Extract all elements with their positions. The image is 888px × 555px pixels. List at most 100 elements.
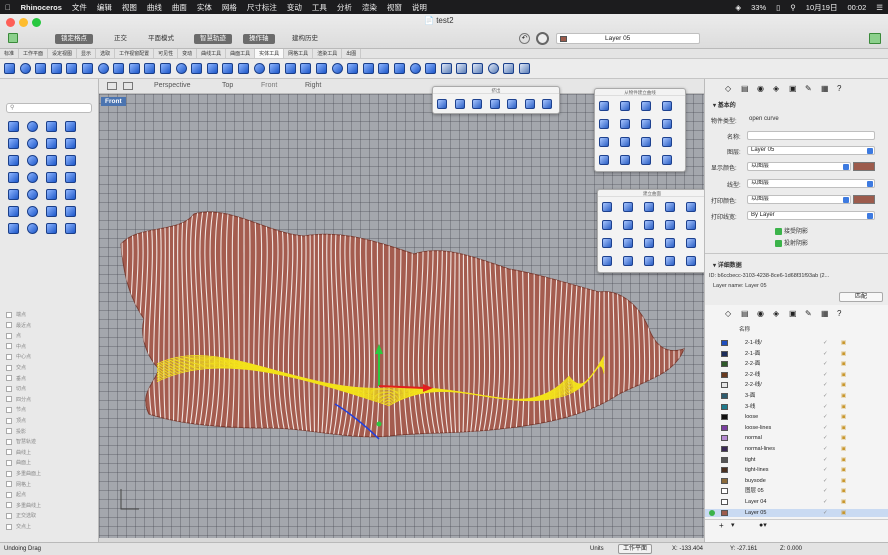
osnap-checkbox[interactable] xyxy=(6,460,12,467)
osnap-item[interactable]: 交点上 xyxy=(6,523,94,532)
layer-color-swatch[interactable] xyxy=(721,467,728,474)
create-surface-tool-icon[interactable] xyxy=(623,238,633,248)
chamfer-edge-icon[interactable] xyxy=(222,63,234,74)
fillet-edge-icon[interactable] xyxy=(206,63,218,74)
sphere-icon[interactable] xyxy=(19,63,31,74)
boolean-difference-icon[interactable] xyxy=(144,63,156,74)
curve-from-object-tool-icon[interactable] xyxy=(620,119,630,129)
layer-visible-icon[interactable]: ✓ xyxy=(823,498,828,506)
tool-revolve-icon[interactable] xyxy=(27,172,38,183)
layer-lock-icon[interactable]: ▣ xyxy=(841,392,846,400)
menu-tools[interactable]: 工具 xyxy=(307,2,332,13)
tab-set-view[interactable]: 设定视图 xyxy=(48,49,78,58)
minimize-window-button[interactable] xyxy=(19,18,28,27)
layer-visible-icon[interactable]: ✓ xyxy=(823,487,828,495)
layer-row[interactable]: Layer 04 ✓ ▣ xyxy=(705,498,888,506)
osnap-checkbox[interactable] xyxy=(6,354,12,361)
snap-grid-toggle[interactable]: 锁定格点 xyxy=(55,34,93,44)
layer-color-swatch[interactable] xyxy=(721,393,728,399)
menu-render[interactable]: 渲染 xyxy=(357,2,382,13)
extrude-icon[interactable] xyxy=(97,63,109,74)
layer-row[interactable]: 3-面 ✓ ▣ xyxy=(705,392,888,400)
array-hole-icon[interactable] xyxy=(409,63,421,74)
layer-visible-icon[interactable]: ✓ xyxy=(823,350,828,358)
osnap-item[interactable]: 曲面上 xyxy=(6,459,94,468)
extrude-tool-icon[interactable] xyxy=(454,99,465,109)
osnap-item[interactable]: 切点 xyxy=(6,385,94,394)
tool-box-icon[interactable] xyxy=(46,172,57,183)
tab-properties-icon[interactable]: ◇ xyxy=(725,309,731,318)
tool-extrude-icon[interactable] xyxy=(65,206,76,217)
extrude-tool-icon[interactable] xyxy=(524,99,535,109)
create-surface-tool-icon[interactable] xyxy=(686,256,696,266)
osnap-item[interactable]: 交点 xyxy=(6,364,94,373)
boolean-union-icon[interactable] xyxy=(128,63,140,74)
layer-visible-icon[interactable]: ✓ xyxy=(823,509,828,517)
tool-fillet-icon[interactable] xyxy=(27,155,38,166)
tab-materials-icon[interactable]: ◈ xyxy=(773,309,779,318)
create-surface-tool-icon[interactable] xyxy=(644,220,654,230)
match-button[interactable]: 匹配 xyxy=(839,292,883,302)
layer-row[interactable]: 2-1-线/ ✓ ▣ xyxy=(705,339,888,347)
curve-from-object-tool-icon[interactable] xyxy=(620,137,630,147)
mesh-cylinder-icon[interactable] xyxy=(487,63,499,74)
create-surface-tool-icon[interactable] xyxy=(602,220,612,230)
tab-front[interactable]: Front xyxy=(261,82,277,89)
osnap-checkbox[interactable] xyxy=(6,449,12,456)
layer-lock-icon[interactable]: ▣ xyxy=(841,413,846,421)
curve-from-object-tool-icon[interactable] xyxy=(662,101,672,111)
create-surface-tool-icon[interactable] xyxy=(665,256,675,266)
osnap-checkbox[interactable] xyxy=(6,343,12,350)
gumball-toggle[interactable]: 操作轴 xyxy=(243,34,275,44)
tool-polygon-icon[interactable] xyxy=(8,155,19,166)
curve-from-object-tool-icon[interactable] xyxy=(620,155,630,165)
create-surface-tool-icon[interactable] xyxy=(602,238,612,248)
layer-color-swatch[interactable] xyxy=(721,477,728,484)
layer-settings-icon[interactable]: ●▾ xyxy=(759,521,767,529)
layer-color-swatch[interactable] xyxy=(721,414,728,421)
layer-row[interactable]: 2-1-面 ✓ ▣ xyxy=(705,350,888,358)
tab-layers-icon[interactable]: ▤ xyxy=(741,84,749,93)
create-surface-tool-icon[interactable] xyxy=(665,238,675,248)
create-surface-tool-icon[interactable] xyxy=(644,256,654,266)
tab-materials-icon[interactable]: ◈ xyxy=(773,84,779,93)
layer-color-swatch[interactable] xyxy=(721,371,728,378)
osnap-checkbox[interactable] xyxy=(6,385,12,392)
curve-from-object-tool-icon[interactable] xyxy=(641,137,651,147)
layer-lock-icon[interactable]: ▣ xyxy=(841,403,846,411)
tab-display-icon[interactable]: ▣ xyxy=(789,309,797,318)
menu-surface[interactable]: 曲面 xyxy=(167,2,192,13)
cast-shadows-checkbox[interactable]: 投射阴影 xyxy=(775,238,808,247)
curve-from-object-tool-icon[interactable] xyxy=(599,101,609,111)
osnap-checkbox[interactable] xyxy=(6,513,12,520)
tab-cplanes[interactable]: 工作平面 xyxy=(19,49,49,58)
tool-sphere-icon[interactable] xyxy=(65,172,76,183)
osnap-checkbox[interactable] xyxy=(6,396,12,403)
layer-color-swatch[interactable] xyxy=(721,424,728,431)
osnap-item[interactable]: 四分点 xyxy=(6,396,94,405)
menu-mesh[interactable]: 网格 xyxy=(217,2,242,13)
layer-lock-icon[interactable]: ▣ xyxy=(841,381,846,389)
panels-toggle-icon[interactable] xyxy=(869,33,881,44)
layer-lock-icon[interactable]: ▣ xyxy=(841,424,846,432)
osnap-item[interactable]: 曲线上 xyxy=(6,449,94,458)
layer-row[interactable]: normal ✓ ▣ xyxy=(705,434,888,442)
tab-libraries-icon[interactable]: ▦ xyxy=(821,84,829,93)
layer-color-swatch[interactable] xyxy=(721,340,728,346)
layers-name-header[interactable]: 名称 xyxy=(739,325,750,333)
tool-sweep-icon[interactable] xyxy=(65,155,76,166)
layer-row[interactable]: 3-线 ✓ ▣ xyxy=(705,403,888,411)
curve-from-object-tool-icon[interactable] xyxy=(662,119,672,129)
tool-pipe-icon[interactable] xyxy=(27,206,38,217)
osnap-item[interactable]: 多重曲面上 xyxy=(6,470,94,479)
osnap-checkbox[interactable] xyxy=(6,417,12,424)
menu-transform[interactable]: 变动 xyxy=(282,2,307,13)
tool-select-icon[interactable] xyxy=(8,121,19,132)
undo-icon[interactable]: ↶ xyxy=(519,33,530,44)
create-surface-tool-icon[interactable] xyxy=(686,202,696,212)
osnap-checkbox[interactable] xyxy=(6,481,12,488)
tool-pyramid-icon[interactable] xyxy=(46,189,57,200)
layer-color-swatch[interactable] xyxy=(721,499,728,505)
linetype-select[interactable]: 以图层 xyxy=(747,179,875,188)
battery-icon[interactable]: ▯ xyxy=(771,3,785,12)
